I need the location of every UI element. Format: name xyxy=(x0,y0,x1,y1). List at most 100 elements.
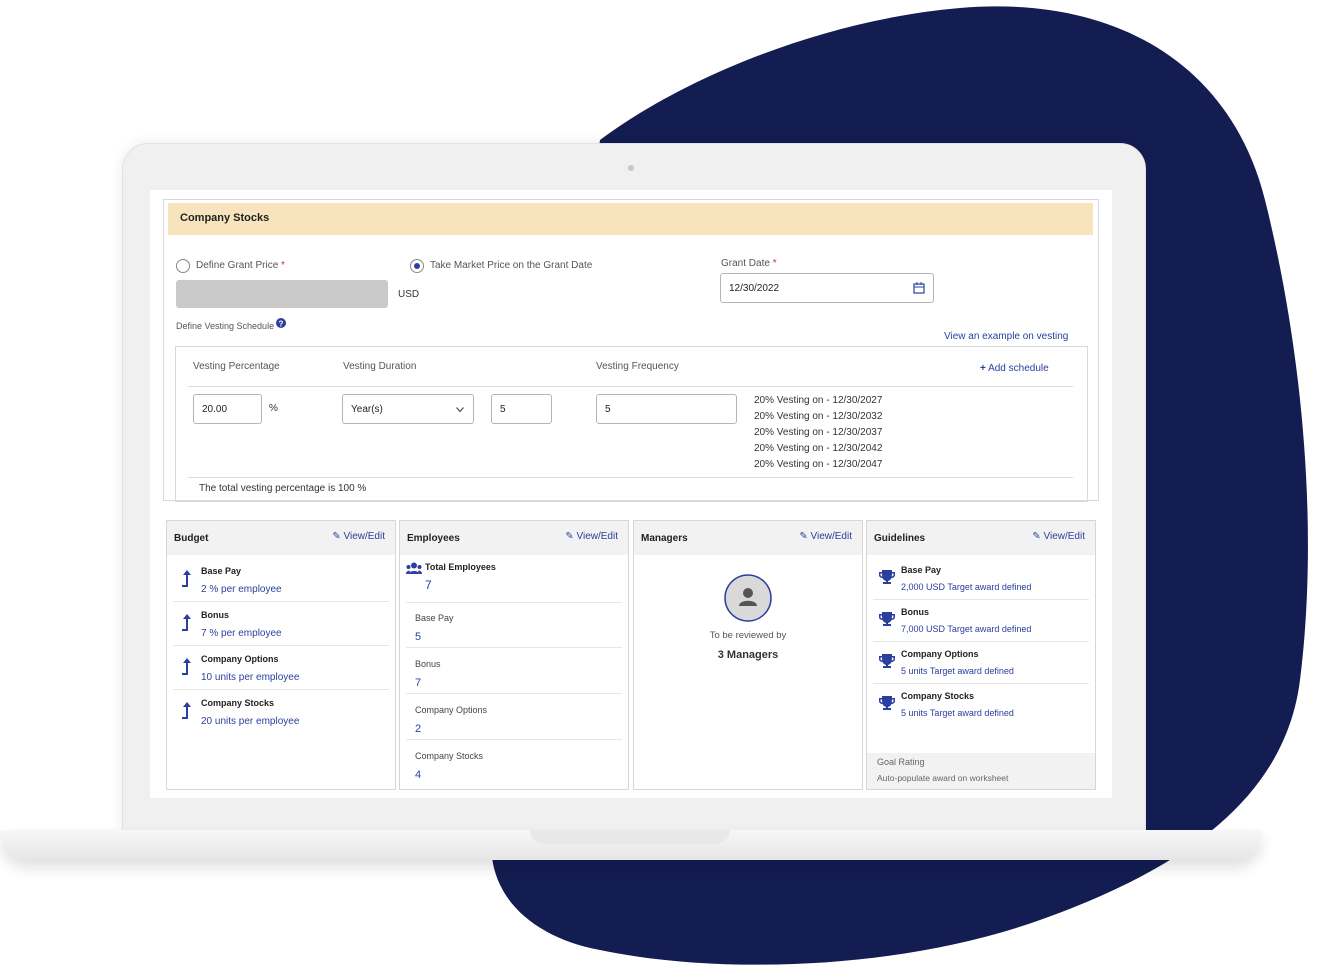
trophy-icon xyxy=(879,570,895,584)
arrow-up-icon xyxy=(182,570,191,587)
define-vesting-label: Define Vesting Schedule xyxy=(176,321,275,331)
budget-row: Company Stocks 20 units per employee xyxy=(173,689,389,733)
budget-card: Budget ✎ View/Edit Base Pay 2 % per empl… xyxy=(166,520,396,790)
vesting-schedule-item: 20% Vesting on - 12/30/2047 xyxy=(754,459,883,470)
total-employees-label: Total Employees xyxy=(425,562,496,572)
card-header: Budget ✎ View/Edit xyxy=(167,521,395,555)
frequency-value: 5 xyxy=(605,403,611,415)
employees-item-value: 5 xyxy=(415,631,422,643)
guidelines-row: Bonus 7,000 USD Target award defined xyxy=(873,599,1089,642)
employees-item-label: Bonus xyxy=(415,659,441,669)
divider xyxy=(188,386,1073,387)
guidelines-view-edit-link[interactable]: ✎ View/Edit xyxy=(1032,531,1085,542)
vesting-example-link[interactable]: View an example on vesting xyxy=(944,331,1068,342)
guidelines-row: Base Pay 2,000 USD Target award defined xyxy=(873,557,1089,600)
employees-item-label: Company Options xyxy=(415,705,488,715)
budget-item-label: Bonus xyxy=(201,610,229,620)
laptop-notch xyxy=(530,830,730,844)
guidelines-item-label: Base Pay xyxy=(901,565,942,575)
duration-value: 5 xyxy=(500,403,506,415)
trophy-icon xyxy=(879,612,895,626)
card-header: Employees ✎ View/Edit xyxy=(400,521,628,555)
trophy-icon xyxy=(879,696,895,710)
vesting-percentage-input[interactable]: 20.00 xyxy=(193,394,262,424)
guidelines-item-label: Company Options xyxy=(901,649,979,659)
vesting-schedule-item: 20% Vesting on - 12/30/2037 xyxy=(754,427,883,438)
vesting-frequency-header: Vesting Frequency xyxy=(596,361,679,372)
employees-item-label: Base Pay xyxy=(415,613,454,623)
employees-row: Bonus 7 xyxy=(406,648,622,694)
duration-unit-value: Year(s) xyxy=(351,403,383,415)
managers-view-edit-link[interactable]: ✎ View/Edit xyxy=(799,531,852,542)
goal-rating-footer: Goal Rating Auto-populate award on works… xyxy=(867,753,1095,789)
avatar xyxy=(724,574,772,622)
budget-item-value: 10 units per employee xyxy=(201,672,300,683)
vesting-duration-header: Vesting Duration xyxy=(343,361,417,372)
employees-item-value: 4 xyxy=(415,769,422,781)
market-price-radio[interactable] xyxy=(410,259,424,273)
grant-date-label: Grant Date * xyxy=(721,258,777,269)
grant-date-value: 12/30/2022 xyxy=(729,282,780,294)
budget-item-label: Company Stocks xyxy=(201,698,275,708)
employees-item-label: Company Stocks xyxy=(415,751,484,761)
laptop-camera xyxy=(628,165,634,171)
section-header: Company Stocks xyxy=(168,203,1093,235)
budget-view-edit-link[interactable]: ✎ View/Edit xyxy=(332,531,385,542)
budget-item-value: 20 units per employee xyxy=(201,716,300,727)
percent-sign: % xyxy=(269,403,278,414)
vesting-percentage-value: 20.00 xyxy=(202,403,228,415)
vesting-schedule-list: 20% Vesting on - 12/30/2027 20% Vesting … xyxy=(754,393,882,473)
frequency-input[interactable]: 5 xyxy=(596,394,737,424)
grant-date-input[interactable]: 12/30/2022 xyxy=(720,273,934,303)
guidelines-card: Guidelines ✎ View/Edit Base Pay 2,000 US… xyxy=(866,520,1096,790)
section-title: Company Stocks xyxy=(180,212,270,224)
budget-row: Bonus 7 % per employee xyxy=(173,601,389,646)
employees-view-edit-link[interactable]: ✎ View/Edit xyxy=(565,531,618,542)
budget-item-value: 2 % per employee xyxy=(201,584,282,595)
grant-price-input[interactable] xyxy=(176,280,388,308)
employees-item-value: 2 xyxy=(415,723,422,735)
company-stocks-section: Company Stocks Define Grant Price * Take… xyxy=(163,199,1099,502)
vesting-schedule-item: 20% Vesting on - 12/30/2027 xyxy=(754,395,883,406)
duration-unit-select[interactable]: Year(s) xyxy=(342,394,474,424)
users-icon xyxy=(406,562,422,574)
arrow-up-icon xyxy=(182,702,191,719)
guidelines-item-label: Company Stocks xyxy=(901,691,975,701)
employees-title: Employees xyxy=(407,533,460,544)
duration-value-input[interactable]: 5 xyxy=(491,394,552,424)
chevron-down-icon xyxy=(456,407,464,413)
budget-item-value: 7 % per employee xyxy=(201,628,282,639)
guidelines-item-value: 7,000 USD Target award defined xyxy=(901,624,1032,634)
auto-populate-label: Auto-populate award on worksheet xyxy=(877,773,1009,783)
help-icon[interactable]: ? xyxy=(276,318,286,328)
guidelines-item-label: Bonus xyxy=(901,607,929,617)
budget-row: Base Pay 2 % per employee xyxy=(173,557,389,602)
trophy-icon xyxy=(879,654,895,668)
guidelines-list: Base Pay 2,000 USD Target award defined … xyxy=(867,557,1095,729)
goal-rating-label: Goal Rating xyxy=(877,757,925,767)
employees-item-value: 7 xyxy=(415,677,422,689)
define-grant-price-radio[interactable] xyxy=(176,259,190,273)
app-screen: Company Stocks Define Grant Price * Take… xyxy=(150,190,1112,798)
budget-list: Base Pay 2 % per employee Bonus 7 % per … xyxy=(167,557,395,737)
divider xyxy=(188,477,1073,478)
budget-item-label: Company Options xyxy=(201,654,279,664)
total-vesting-text: The total vesting percentage is 100 % xyxy=(199,483,367,494)
total-employees-row: Total Employees 7 xyxy=(406,557,622,603)
employees-row: Company Stocks 4 xyxy=(406,740,622,785)
budget-title: Budget xyxy=(174,533,209,544)
card-header: Managers ✎ View/Edit xyxy=(634,521,862,555)
guidelines-item-value: 5 units Target award defined xyxy=(901,666,1014,676)
employees-row: Company Options 2 xyxy=(406,694,622,740)
add-schedule-button[interactable]: + Add schedule xyxy=(980,363,1049,374)
vesting-schedule-box: Vesting Percentage Vesting Duration Vest… xyxy=(175,346,1088,502)
guidelines-row: Company Stocks 5 units Target award defi… xyxy=(873,683,1089,725)
vesting-schedule-item: 20% Vesting on - 12/30/2032 xyxy=(754,411,883,422)
guidelines-item-value: 5 units Target award defined xyxy=(901,708,1014,718)
card-header: Guidelines ✎ View/Edit xyxy=(867,521,1095,555)
arrow-up-icon xyxy=(182,614,191,631)
vesting-percentage-header: Vesting Percentage xyxy=(193,361,280,372)
budget-row: Company Options 10 units per employee xyxy=(173,645,389,690)
calendar-icon[interactable] xyxy=(913,282,925,294)
guidelines-row: Company Options 5 units Target award def… xyxy=(873,641,1089,684)
